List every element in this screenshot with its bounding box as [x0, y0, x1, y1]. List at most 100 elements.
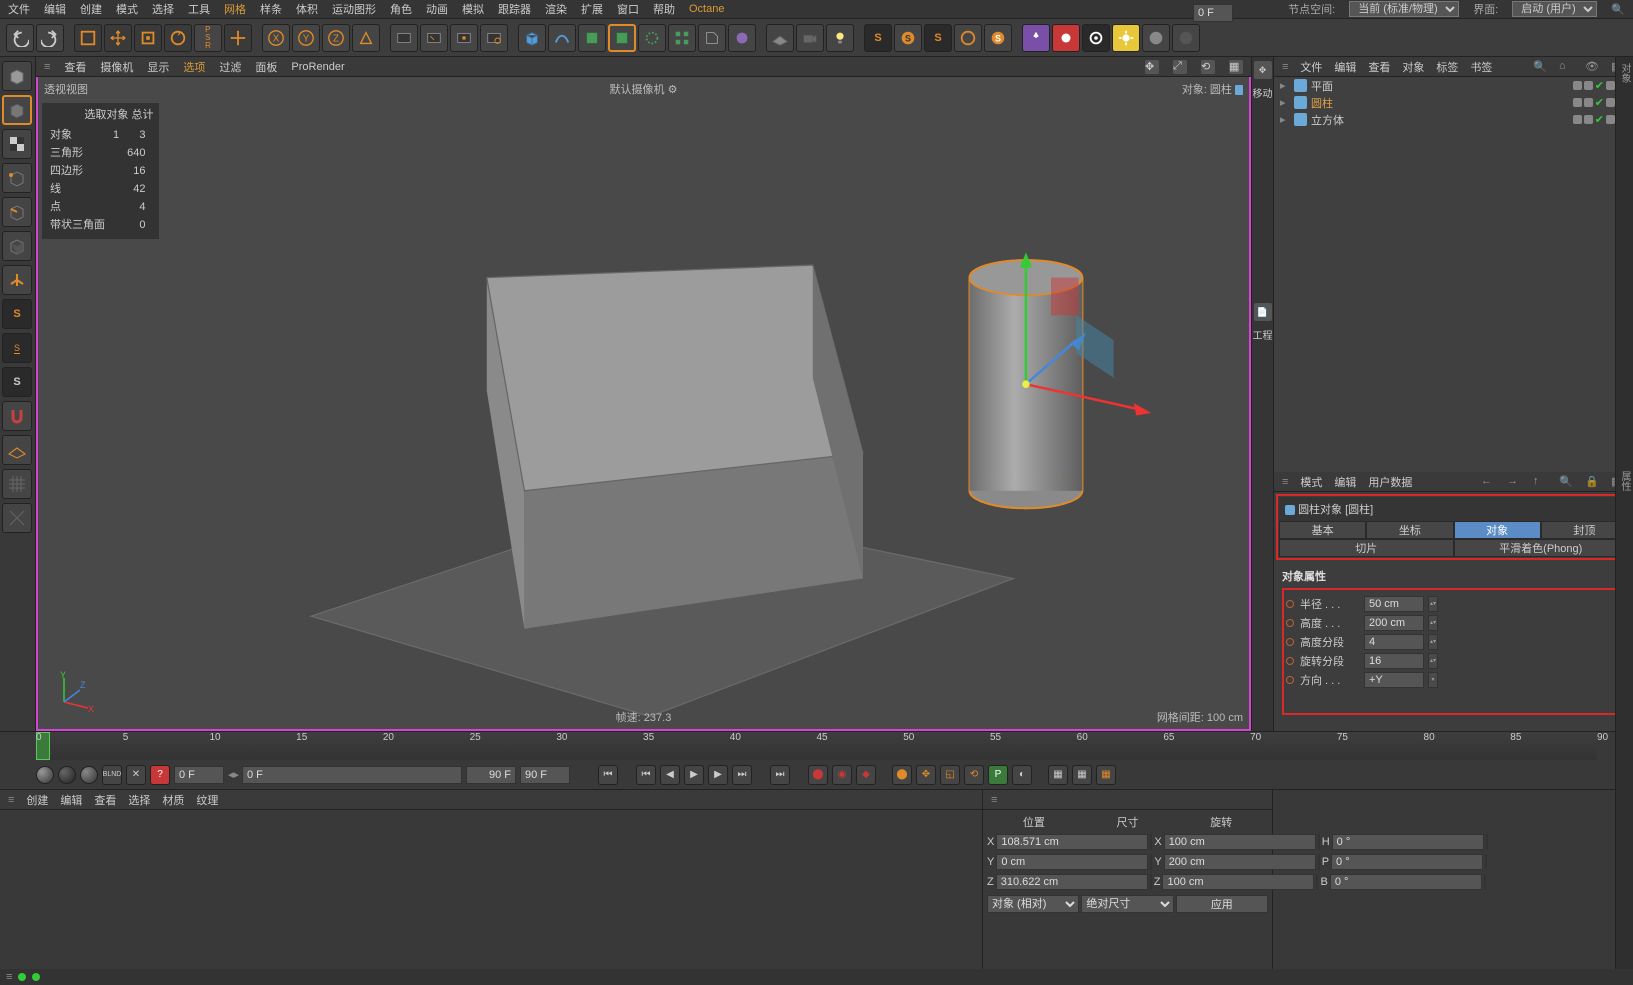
mat-menu-texture[interactable]: 纹理	[196, 792, 218, 808]
attr-tab[interactable]: 对象	[1454, 521, 1541, 539]
object-manager-tree[interactable]: ▸平面✔◆▸圆柱✔◆▸立方体✔◆	[1274, 77, 1633, 472]
attr-menu-edit[interactable]: 编辑	[1334, 474, 1356, 490]
key-rot-button[interactable]: ⟲	[964, 765, 984, 785]
attribute-input[interactable]	[1364, 672, 1424, 688]
play-fwd-button[interactable]: ▶	[684, 765, 704, 785]
viewport-solo-c[interactable]: S	[2, 367, 32, 397]
om-menu-edit[interactable]: 编辑	[1334, 59, 1356, 75]
attr-tab[interactable]: 切片	[1279, 539, 1454, 557]
goto-prevkey-button[interactable]: ⏮	[636, 765, 656, 785]
object-row[interactable]: ▸平面✔◆	[1274, 77, 1633, 94]
menu-extensions[interactable]: 扩展	[581, 1, 603, 17]
coord-apply-button[interactable]: 应用	[1176, 895, 1268, 913]
search-icon[interactable]: 🔍	[1611, 3, 1625, 16]
menu-mode[interactable]: 模式	[116, 1, 138, 17]
goto-nextkey-button[interactable]: ⏭	[732, 765, 752, 785]
live-select-button[interactable]	[74, 24, 102, 52]
attr-fwd-icon[interactable]: →	[1507, 475, 1521, 489]
octane-b-button[interactable]: S	[894, 24, 922, 52]
spline-primitive-button[interactable]	[548, 24, 576, 52]
object-row[interactable]: ▸圆柱✔◆	[1274, 94, 1633, 111]
menu-select[interactable]: 选择	[152, 1, 174, 17]
om-menu-objects[interactable]: 对象	[1402, 59, 1424, 75]
rotate-button[interactable]	[164, 24, 192, 52]
coord-size-mode-select[interactable]: 绝对尺寸	[1081, 895, 1173, 913]
vp-nav-icon[interactable]: ✥	[1145, 60, 1159, 74]
camera-lock-icon[interactable]: ⚙	[668, 84, 678, 96]
tag-button[interactable]	[698, 24, 726, 52]
timeline-frame-a[interactable]	[174, 766, 224, 784]
timeline-menu-c[interactable]: ▦	[1096, 765, 1116, 785]
recent-tool-button[interactable]	[224, 24, 252, 52]
key-pla-button[interactable]: ◐	[1012, 765, 1032, 785]
autokey-button[interactable]: ◉	[832, 765, 852, 785]
attribute-input[interactable]	[1364, 653, 1424, 669]
octane-d-button[interactable]	[954, 24, 982, 52]
grid-snap-button[interactable]	[2, 469, 32, 499]
key-param-button[interactable]: P	[988, 765, 1008, 785]
mat-menu-select[interactable]: 选择	[128, 792, 150, 808]
key-sel-button[interactable]: ⬤	[892, 765, 912, 785]
menu-simulate[interactable]: 模拟	[462, 1, 484, 17]
point-mode-button[interactable]	[2, 163, 32, 193]
attr-tab[interactable]: 平滑着色(Phong)	[1454, 539, 1629, 557]
mat-blend-button[interactable]: BLND	[102, 765, 122, 785]
attribute-input[interactable]	[1364, 596, 1424, 612]
rtab-b[interactable]: 属性	[1617, 471, 1632, 491]
menu-tools[interactable]: 工具	[188, 1, 210, 17]
menu-help[interactable]: 帮助	[653, 1, 675, 17]
render-region-button[interactable]	[420, 24, 448, 52]
menu-window[interactable]: 窗口	[617, 1, 639, 17]
vp-menu-view[interactable]: 查看	[64, 59, 86, 75]
rs-d-button[interactable]	[1112, 24, 1140, 52]
mat-help-button[interactable]: ?	[150, 765, 170, 785]
mograph-button[interactable]	[668, 24, 696, 52]
menu-mograph[interactable]: 运动图形	[332, 1, 376, 17]
mat-preview-c[interactable]	[80, 766, 98, 784]
object-mode-button[interactable]	[2, 95, 32, 125]
menu-volume[interactable]: 体积	[296, 1, 318, 17]
coord-pos-input[interactable]	[996, 854, 1148, 870]
mat-menu-edit[interactable]: 编辑	[60, 792, 82, 808]
menu-edit[interactable]: 编辑	[44, 1, 66, 17]
mat-preview-b[interactable]	[58, 766, 76, 784]
coord-system-button[interactable]	[352, 24, 380, 52]
om-search-icon[interactable]: 🔍	[1533, 60, 1547, 74]
menu-character[interactable]: 角色	[390, 1, 412, 17]
coord-pos-input[interactable]	[996, 834, 1148, 850]
vp-zoom-icon[interactable]: ⤢	[1173, 60, 1187, 74]
vp-orbit-icon[interactable]: ⟲	[1201, 60, 1215, 74]
vp-toggle-icon[interactable]: ▦	[1229, 60, 1243, 74]
model-mode-button[interactable]	[2, 61, 32, 91]
volume-button[interactable]	[728, 24, 756, 52]
dropdown-icon[interactable]: ▾	[1428, 672, 1438, 688]
move-button[interactable]	[104, 24, 132, 52]
timeline-menu-b[interactable]: ▦	[1072, 765, 1092, 785]
om-eye-icon[interactable]: 👁	[1585, 60, 1599, 74]
edge-mode-button[interactable]	[2, 197, 32, 227]
octane-e-button[interactable]: S	[984, 24, 1012, 52]
mat-x-button[interactable]: ✕	[126, 765, 146, 785]
om-menu-view[interactable]: 查看	[1368, 59, 1390, 75]
attribute-input[interactable]	[1364, 634, 1424, 650]
mat-menu-material[interactable]: 材质	[162, 792, 184, 808]
goto-end-button[interactable]: ⏭	[770, 765, 790, 785]
om-menu-file[interactable]: 文件	[1300, 59, 1322, 75]
light-button[interactable]	[826, 24, 854, 52]
mat-menu-view[interactable]: 查看	[94, 792, 116, 808]
mat-preview-a[interactable]	[36, 766, 54, 784]
attr-tab[interactable]: 坐标	[1366, 521, 1453, 539]
om-menu-bookmarks[interactable]: 书签	[1470, 59, 1492, 75]
dock-move-button[interactable]: ✥	[1254, 61, 1272, 79]
workplane-button[interactable]	[2, 435, 32, 465]
lock-x-button[interactable]: X	[262, 24, 290, 52]
prev-frame-button[interactable]: ◀	[660, 765, 680, 785]
timeline-frame-c[interactable]	[466, 766, 516, 784]
menu-spline[interactable]: 样条	[260, 1, 282, 17]
render-settings-button[interactable]	[480, 24, 508, 52]
timeline-menu-a[interactable]: ▦	[1048, 765, 1068, 785]
timeline-ruler[interactable]: 051015202530354045505560657075808590	[36, 732, 1597, 760]
layout-select[interactable]: 启动 (用户)	[1512, 1, 1597, 17]
mat-menu-create[interactable]: 创建	[26, 792, 48, 808]
deformer-button[interactable]	[608, 24, 636, 52]
